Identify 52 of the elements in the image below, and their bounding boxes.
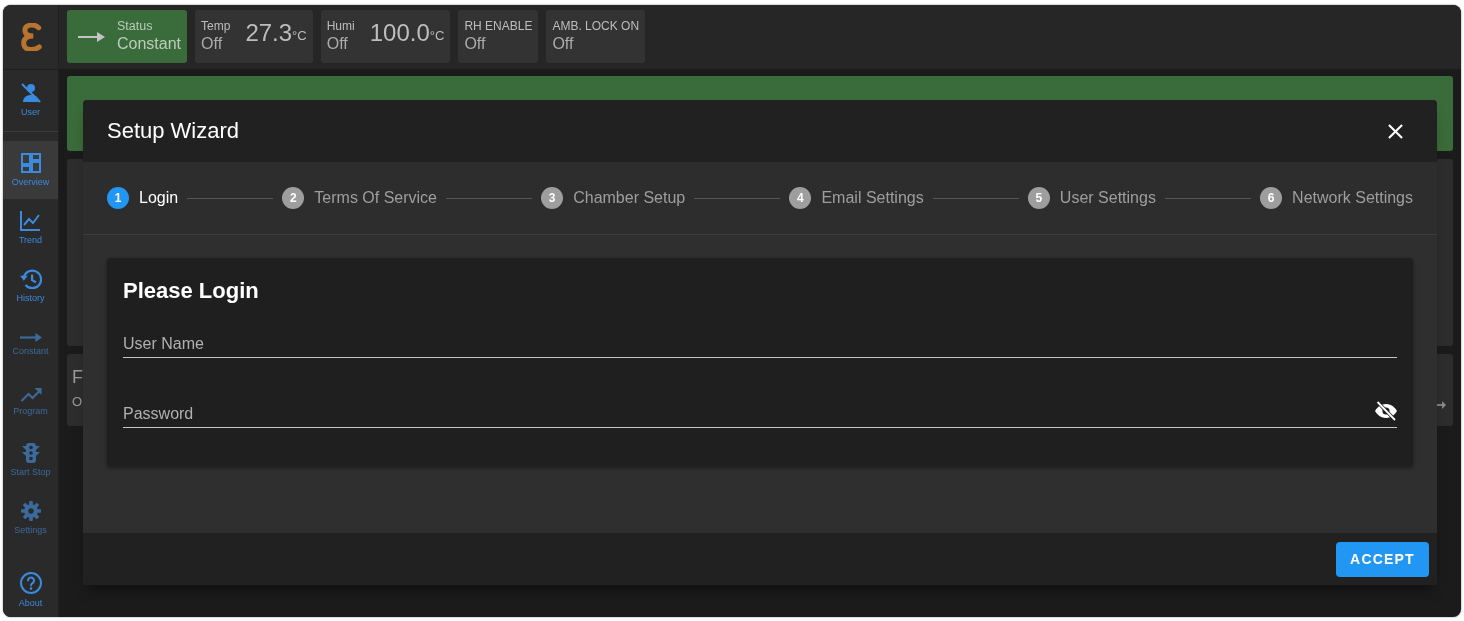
step-number: 4 bbox=[789, 187, 812, 209]
arrow-right-icon bbox=[19, 332, 42, 342]
status-value: Constant bbox=[117, 34, 182, 54]
dashboard-icon bbox=[20, 153, 41, 173]
line-chart-icon bbox=[20, 211, 41, 231]
trending-up-icon bbox=[19, 388, 42, 402]
nav-item[interactable]: Overview bbox=[3, 141, 58, 199]
traffic-light-icon bbox=[21, 443, 40, 463]
state-text: Off bbox=[201, 34, 224, 54]
step-number: 1 bbox=[107, 187, 129, 209]
reading-value: 27.3 bbox=[245, 21, 293, 45]
arrow-icon bbox=[1437, 400, 1446, 410]
nav-item[interactable]: About bbox=[3, 563, 58, 617]
step-number: 3 bbox=[541, 187, 564, 209]
step-label: Terms Of Service bbox=[314, 188, 437, 208]
password-field[interactable]: Password bbox=[123, 396, 1367, 427]
step-label: Chamber Setup bbox=[573, 188, 686, 208]
dialog-title: Setup Wizard bbox=[107, 118, 240, 144]
text-field[interactable]: User Name bbox=[123, 326, 1397, 357]
accept-button[interactable]: ACCEPT bbox=[1336, 541, 1429, 577]
step-label: User Settings bbox=[1059, 188, 1156, 208]
state-text: Off bbox=[464, 34, 487, 54]
tile-label: RH ENABLE bbox=[464, 19, 533, 34]
step-label: Email Settings bbox=[821, 188, 924, 208]
step-number: 2 bbox=[282, 187, 305, 209]
nav-item[interactable]: User bbox=[3, 70, 58, 130]
reading-value: 100.0 bbox=[369, 21, 430, 45]
step-number: 5 bbox=[1027, 187, 1050, 209]
nav-item[interactable]: History bbox=[3, 257, 58, 315]
eye-slash-icon[interactable] bbox=[1375, 401, 1397, 421]
help-icon bbox=[19, 572, 42, 594]
close-icon[interactable] bbox=[1388, 123, 1403, 139]
step-label: Login bbox=[139, 188, 179, 208]
tile-label: Humi bbox=[326, 19, 355, 34]
unit-text: °C bbox=[429, 29, 445, 43]
tile-label: AMB. LOCK ON bbox=[552, 19, 640, 34]
unit-text: °C bbox=[292, 29, 307, 43]
tile-label: Status bbox=[117, 19, 154, 34]
history-icon bbox=[19, 269, 42, 289]
tile-label: Temp bbox=[201, 19, 231, 34]
user-off-icon bbox=[20, 83, 41, 103]
form-title: Please Login bbox=[123, 278, 260, 304]
step-label: Network Settings bbox=[1292, 188, 1413, 208]
state-text: Off bbox=[552, 34, 575, 54]
card-title: F bbox=[72, 366, 83, 388]
card-subtitle: O bbox=[72, 394, 83, 410]
nav-item[interactable]: Trend bbox=[3, 199, 58, 257]
gear-icon bbox=[20, 501, 41, 521]
arrow-right-icon bbox=[78, 31, 105, 42]
state-text: Off bbox=[326, 34, 349, 54]
logo-icon bbox=[19, 23, 42, 51]
step-number: 6 bbox=[1260, 187, 1283, 209]
